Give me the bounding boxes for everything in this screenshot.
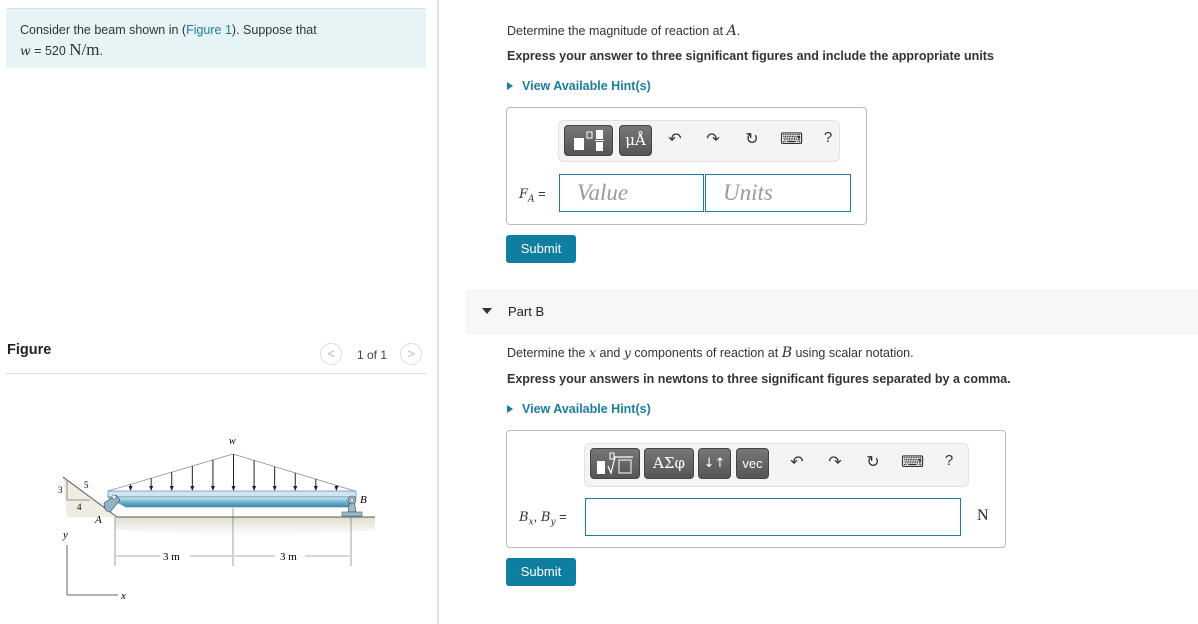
load-arrowhead xyxy=(128,486,133,491)
beam-body xyxy=(106,496,357,508)
load-arrowhead xyxy=(313,486,318,491)
load-arrowhead xyxy=(231,486,236,491)
caret-down-icon xyxy=(482,308,492,314)
part-b-title: Part B xyxy=(508,304,545,319)
problem-statement: Consider the beam shown in (Figure 1). S… xyxy=(6,8,426,68)
part-a-submit-button[interactable]: Submit xyxy=(506,235,576,263)
figure-divider xyxy=(6,373,426,374)
vector-button[interactable]: vec xyxy=(736,448,769,479)
units-label: N xyxy=(977,507,989,524)
part-a-answer-label: FA = xyxy=(519,186,546,205)
next-figure-button[interactable]: > xyxy=(400,343,422,365)
figure-title: Figure xyxy=(7,342,52,358)
slope-label-4: 4 xyxy=(77,502,82,512)
swap-arrows-icon: ↓↑ xyxy=(703,456,726,471)
fraction-template-icon xyxy=(573,130,604,151)
figure-counter: 1 of 1 xyxy=(357,348,388,362)
beam-top-flange xyxy=(107,490,357,498)
rocker-support-a xyxy=(103,494,121,513)
chevron-right-icon: > xyxy=(407,346,415,361)
greek-letters-button[interactable]: ΑΣφ xyxy=(644,448,694,479)
y-axis-label: y xyxy=(62,529,68,541)
load-envelope xyxy=(107,453,356,492)
part-a-math-toolbar: μÅ ↶ ↷ ↻ ⌨ ? xyxy=(558,120,840,162)
part-a-instruction: Express your answer to three significant… xyxy=(507,49,994,63)
undo-icon[interactable]: ↶ xyxy=(787,452,807,472)
slope-label-3: 3 xyxy=(58,485,63,495)
reset-icon[interactable]: ↻ xyxy=(863,452,883,472)
part-a-question: Determine the magnitude of reaction at A… xyxy=(507,23,741,39)
part-b-instruction: Express your answers in newtons to three… xyxy=(507,372,1011,386)
load-arrowhead xyxy=(334,486,339,491)
figure-link[interactable]: Figure 1 xyxy=(186,23,232,37)
prev-figure-button[interactable]: < xyxy=(320,343,342,365)
load-arrowhead xyxy=(169,486,174,491)
part-b-submit-button[interactable]: Submit xyxy=(506,558,576,586)
keyboard-icon[interactable]: ⌨ xyxy=(901,452,924,472)
part-b-question: Determine the x and y components of reac… xyxy=(507,345,914,361)
help-icon[interactable]: ? xyxy=(818,129,838,146)
part-b-answer-box: ΑΣφ ↓↑ vec ↶ ↷ ↻ ⌨ ? Bx, By = N xyxy=(506,430,1006,548)
load-arrowhead xyxy=(293,486,298,491)
load-arrowhead xyxy=(272,486,277,491)
caret-right-icon xyxy=(507,82,513,90)
beam-figure: 3 5 4 w A B 3 m 3 m y x xyxy=(58,436,375,602)
part-b-answer-label: Bx, By = xyxy=(519,509,567,528)
dim-label-right: 3 m xyxy=(280,551,297,563)
load-arrowhead xyxy=(149,486,154,491)
label-a: A xyxy=(94,514,102,526)
x-axis-label: x xyxy=(120,590,126,602)
help-icon[interactable]: ? xyxy=(939,452,959,469)
load-arrowhead xyxy=(252,486,257,491)
bx-by-input[interactable] xyxy=(585,498,961,536)
load-arrowhead xyxy=(190,486,195,491)
load-label-w: w xyxy=(229,436,236,447)
caret-right-icon xyxy=(507,405,513,413)
units-input[interactable]: Units xyxy=(705,174,851,212)
redo-icon[interactable]: ↷ xyxy=(825,452,845,472)
slope-label-5: 5 xyxy=(84,480,89,490)
reset-icon[interactable]: ↻ xyxy=(742,129,762,149)
units-button[interactable]: μÅ xyxy=(619,125,652,156)
part-a-hint-toggle[interactable]: View Available Hint(s) xyxy=(507,79,651,93)
radical-template-button[interactable] xyxy=(590,448,640,479)
part-b-hint-toggle[interactable]: View Available Hint(s) xyxy=(507,402,651,416)
redo-icon[interactable]: ↷ xyxy=(703,129,723,149)
label-b: B xyxy=(360,494,367,506)
load-value: w = 520 N/m. xyxy=(20,40,103,59)
part-b-header[interactable]: Part B xyxy=(466,290,1198,334)
ground-shadow xyxy=(115,517,375,535)
panel-divider[interactable] xyxy=(437,0,439,624)
problem-intro: Consider the beam shown in (Figure 1). S… xyxy=(20,23,317,37)
keyboard-icon[interactable]: ⌨ xyxy=(780,129,803,149)
value-input[interactable]: Value xyxy=(559,174,704,212)
templates-button[interactable] xyxy=(564,125,613,156)
figure-pager: < 1 of 1 > xyxy=(320,343,426,367)
load-arrowhead xyxy=(210,486,215,491)
units-icon: μÅ xyxy=(625,131,646,149)
vec-icon: vec xyxy=(742,456,763,471)
dim-label-left: 3 m xyxy=(163,551,180,563)
part-a-answer-box: μÅ ↶ ↷ ↻ ⌨ ? FA = Value Units xyxy=(506,107,867,225)
undo-icon[interactable]: ↶ xyxy=(665,129,685,149)
greek-icon: ΑΣφ xyxy=(653,454,685,472)
arrows-button[interactable]: ↓↑ xyxy=(698,448,731,479)
chevron-left-icon: < xyxy=(327,346,335,361)
radical-template-icon xyxy=(597,452,633,475)
part-b-math-toolbar: ΑΣφ ↓↑ vec ↶ ↷ ↻ ⌨ ? xyxy=(584,443,969,487)
load-arrows xyxy=(128,454,339,491)
